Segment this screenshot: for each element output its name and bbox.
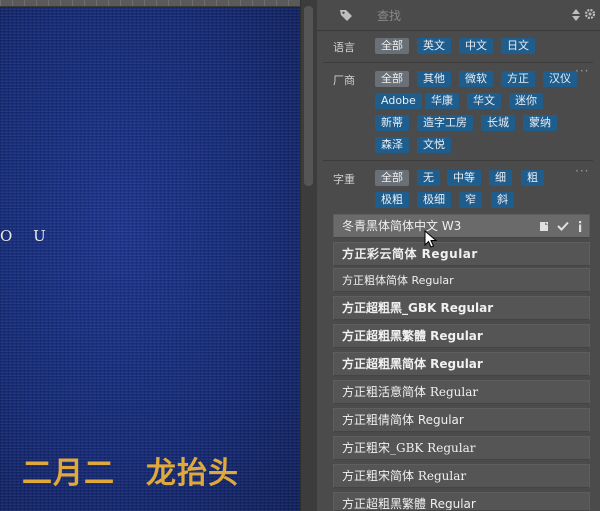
font-list-item[interactable]: 方正粗宋_GBK Regular	[333, 436, 590, 460]
weight-tag-extra-bold[interactable]: 极粗	[375, 192, 409, 208]
vendor-tag-xindi[interactable]: 新蒂	[375, 115, 409, 131]
tag-icon[interactable]	[339, 8, 353, 22]
weight-tag-none[interactable]: 无	[417, 170, 440, 186]
weight-tag-all[interactable]: 全部	[375, 170, 409, 186]
vendor-tag-adobe[interactable]: Adobe	[375, 93, 422, 109]
font-panel: 语言 全部 英文 中文 日文 厂商 ··· 全部 其他 微软 方正 汉仪 Ado…	[317, 0, 600, 511]
vendor-tag-founder[interactable]: 方正	[501, 71, 535, 87]
vendor-tag-other[interactable]: 其他	[417, 71, 451, 87]
info-icon[interactable]	[577, 220, 583, 232]
divider	[323, 160, 593, 161]
vendor-tag-microsoft[interactable]: 微软	[459, 71, 493, 87]
font-name: 冬青黑体简体中文 W3	[342, 219, 462, 233]
language-filter-label: 语言	[333, 41, 355, 54]
font-list-item[interactable]: 方正超粗黑_GBK Regular	[333, 296, 590, 320]
gear-icon[interactable]	[584, 8, 596, 20]
more-icon[interactable]: ···	[575, 64, 589, 78]
font-list-item[interactable]: 方正粗宋简体 Regular	[333, 464, 590, 488]
weight-filter-label: 字重	[333, 173, 355, 186]
search-bar	[317, 0, 600, 31]
font-list-item[interactable]: 方正超粗黑繁體 Regular	[333, 324, 590, 348]
weight-tag-italic[interactable]: 斜	[491, 192, 514, 208]
scrollbar-thumb[interactable]	[304, 6, 313, 186]
language-tag-english[interactable]: 英文	[417, 38, 451, 54]
vendor-tag-all[interactable]: 全部	[375, 71, 409, 87]
vendor-tag-changcheng[interactable]: 长城	[481, 115, 515, 131]
weight-tag-extra-light[interactable]: 极细	[417, 192, 451, 208]
weight-tag-bold[interactable]: 粗	[521, 170, 544, 186]
check-icon[interactable]	[557, 221, 569, 231]
search-input[interactable]	[373, 7, 561, 25]
document-canvas[interactable]: O U 二月二 龙抬头	[0, 0, 300, 511]
weight-tag-medium[interactable]: 中等	[447, 170, 481, 186]
vendor-tag-mini[interactable]: 迷你	[509, 93, 543, 109]
note-icon[interactable]	[539, 221, 549, 232]
cursor-icon	[424, 230, 438, 248]
weight-tag-narrow[interactable]: 窄	[459, 192, 482, 208]
divider	[323, 62, 593, 63]
vendor-tag-zaozi[interactable]: 造字工房	[417, 115, 473, 131]
font-list-item-active[interactable]: 冬青黑体简体中文 W3	[333, 214, 590, 238]
top-ruler	[0, 0, 300, 7]
row-actions	[539, 215, 583, 237]
vendor-tag-huawen[interactable]: 华文	[467, 93, 501, 109]
vendor-tag-huakang[interactable]: 华康	[425, 93, 459, 109]
more-icon[interactable]: ···	[575, 164, 589, 178]
canvas-scrollbar[interactable]	[300, 0, 317, 511]
canvas-letters-text[interactable]: O U	[0, 227, 54, 245]
font-list-item[interactable]: 方正粗活意简体 Regular	[333, 380, 590, 404]
canvas-title-text[interactable]: 二月二 龙抬头	[22, 448, 239, 492]
font-list-item[interactable]: 方正超粗黑简体 Regular	[333, 352, 590, 376]
vendor-tag-mengna[interactable]: 蒙纳	[523, 115, 557, 131]
vendor-filter-label: 厂商	[333, 74, 355, 87]
language-tag-all[interactable]: 全部	[375, 38, 409, 54]
language-tag-japanese[interactable]: 日文	[501, 38, 535, 54]
font-list-item[interactable]: 方正粗倩简体 Regular	[333, 408, 590, 432]
font-list-item[interactable]: 方正彩云简体 Regular	[333, 242, 590, 266]
vendor-tag-senze[interactable]: 森泽	[375, 137, 409, 153]
font-list-item[interactable]: 方正粗体简体 Regular	[333, 268, 590, 292]
font-list-item[interactable]: 方正超粗黑繁體 Regular	[333, 492, 590, 511]
vendor-tag-wenyue[interactable]: 文悦	[417, 137, 451, 153]
weight-tag-thin[interactable]: 细	[489, 170, 512, 186]
language-tag-chinese[interactable]: 中文	[459, 38, 493, 54]
vendor-tag-hanyi[interactable]: 汉仪	[543, 71, 577, 87]
sort-icon[interactable]	[571, 9, 581, 21]
